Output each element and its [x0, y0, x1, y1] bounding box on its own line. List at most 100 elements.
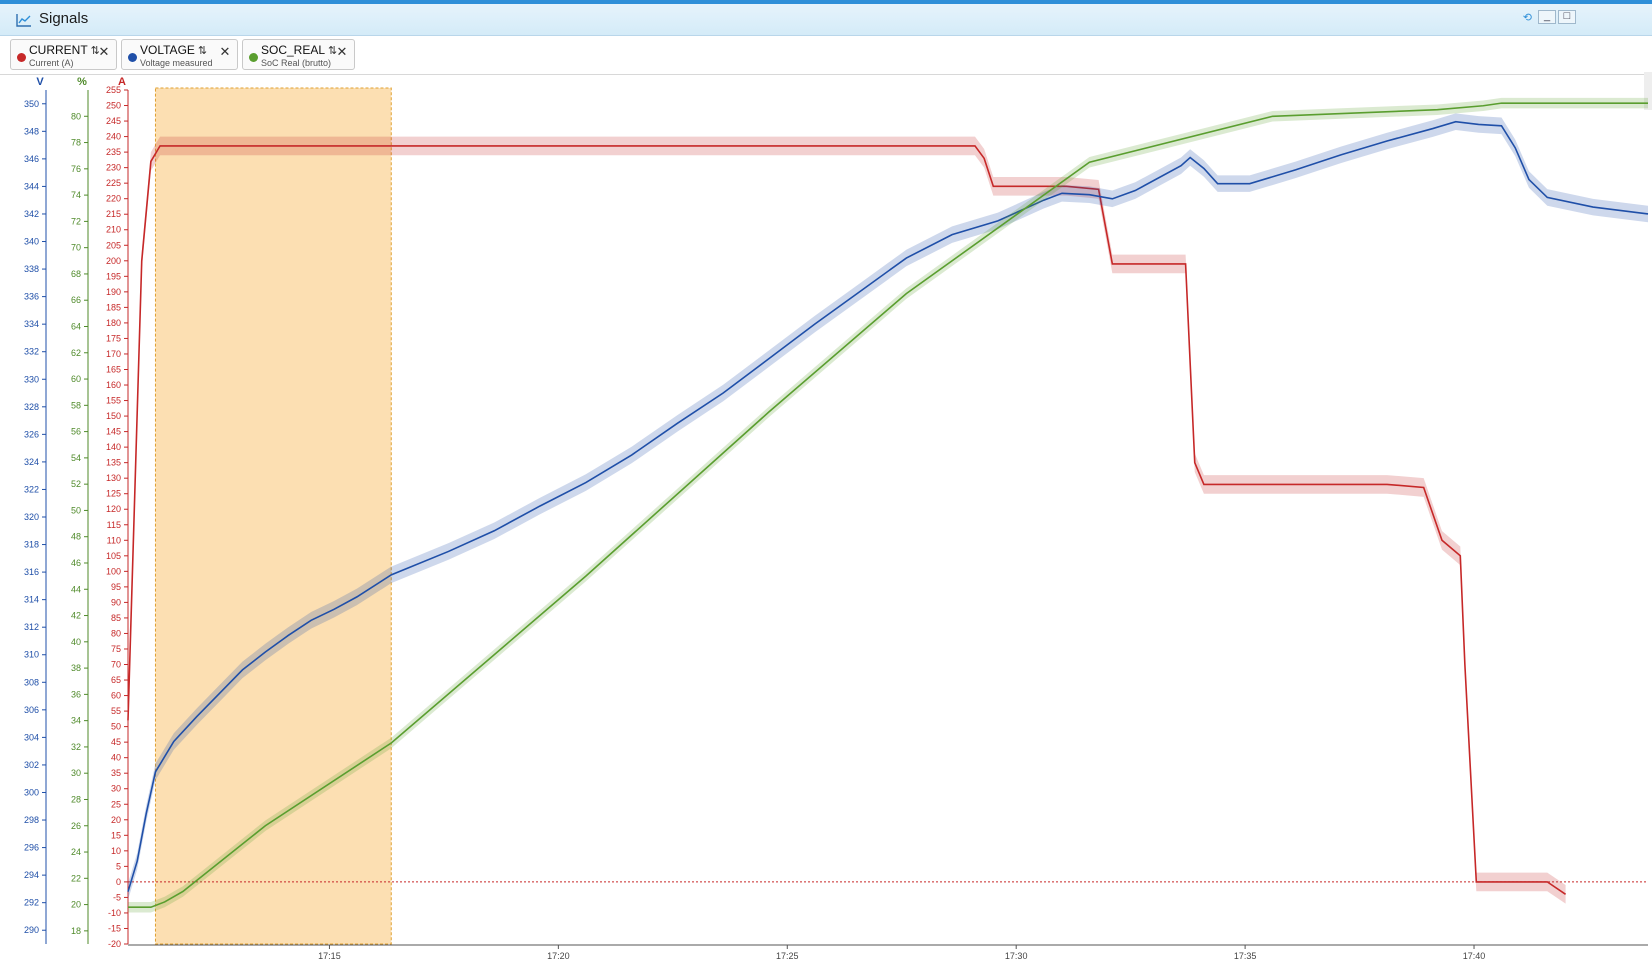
- axis-tick-label: 230: [106, 163, 121, 173]
- axis-tick-label: 50: [111, 722, 121, 732]
- axis-tick-label: 105: [106, 551, 121, 561]
- axis-tick-label: 60: [111, 691, 121, 701]
- refresh-icon[interactable]: ⟲: [1523, 11, 1532, 24]
- axis-tick-label: 155: [106, 396, 121, 406]
- current-color-dot: [17, 53, 26, 62]
- axis-tick-label: 175: [106, 333, 121, 343]
- axis-tick-label: 302: [24, 760, 39, 770]
- axis-tick-label: 90: [111, 597, 121, 607]
- axis-tick-label: 320: [24, 512, 39, 522]
- axis-tick-label: 340: [24, 237, 39, 247]
- signal-name-soc-real: SOC_REAL: [261, 43, 326, 57]
- signal-chip-soc-real[interactable]: SOC_REAL ⇅ SoC Real (brutto) ✕: [242, 39, 355, 70]
- axis-tick-label: 185: [106, 302, 121, 312]
- axis-tick-label: 70: [71, 243, 81, 253]
- axis-tick-label: 66: [71, 295, 81, 305]
- axis-tick-label: 20: [111, 815, 121, 825]
- axis-unit-label: V: [36, 76, 44, 88]
- x-axis-tick-label: 17:30: [1005, 951, 1028, 961]
- axis-tick-label: 255: [106, 85, 121, 95]
- axis-tick-label: 10: [111, 846, 121, 856]
- axis-tick-label: 80: [71, 111, 81, 121]
- axis-tick-label: 344: [24, 181, 39, 191]
- axis-tick-label: 308: [24, 677, 39, 687]
- axis-tick-label: 150: [106, 411, 121, 421]
- axis-tick-label: -10: [108, 908, 121, 918]
- x-axis-tick-label: 17:40: [1463, 951, 1486, 961]
- axis-tick-label: 324: [24, 457, 39, 467]
- soc-color-dot: [249, 53, 258, 62]
- axis-tick-label: 76: [71, 164, 81, 174]
- maximize-icon[interactable]: □: [1558, 10, 1576, 24]
- axis-tick-label: 240: [106, 132, 121, 142]
- axis-tick-label: 215: [106, 209, 121, 219]
- x-axis-tick-label: 17:15: [318, 951, 341, 961]
- axis-tick-label: 334: [24, 319, 39, 329]
- axis-tick-label: 74: [71, 190, 81, 200]
- axis-tick-label: 195: [106, 271, 121, 281]
- axis-tick-label: 336: [24, 292, 39, 302]
- axis-tick-label: 75: [111, 644, 121, 654]
- signal-chip-voltage[interactable]: VOLTAGE ⇅ Voltage measured ✕: [121, 39, 238, 70]
- axis-tick-label: 328: [24, 402, 39, 412]
- axis-tick-label: 235: [106, 147, 121, 157]
- axis-tick-label: 326: [24, 429, 39, 439]
- axis-tick-label: 85: [111, 613, 121, 623]
- signal-chip-current[interactable]: CURRENT ⇅ Current (A) ✕: [10, 39, 117, 70]
- axis-tick-label: 46: [71, 558, 81, 568]
- axis-tick-label: 348: [24, 126, 39, 136]
- x-axis-tick-label: 17:35: [1234, 951, 1257, 961]
- axis-tick-label: 25: [111, 799, 121, 809]
- axis-tick-label: 42: [71, 611, 81, 621]
- axis-tick-label: 160: [106, 380, 121, 390]
- signals-window: Signals ⟲ _ □ CURRENT ⇅ Current (A) ✕ VOL…: [0, 0, 1652, 967]
- axis-tick-label: 55: [111, 706, 121, 716]
- window-title: Signals: [39, 10, 89, 27]
- axis-tick-label: 125: [106, 489, 121, 499]
- axis-tick-label: 220: [106, 194, 121, 204]
- x-axis-tick-label: 17:20: [547, 951, 570, 961]
- sort-icon[interactable]: ⇅: [198, 45, 207, 57]
- axis-tick-label: 318: [24, 540, 39, 550]
- axis-tick-label: 180: [106, 318, 121, 328]
- x-axis-tick-label: 17:25: [776, 951, 799, 961]
- axis-tick-label: -5: [113, 892, 121, 902]
- signals-chart[interactable]: V290292294296298300302304306308310312314…: [0, 76, 1652, 967]
- axis-tick-label: 72: [71, 216, 81, 226]
- title-bar: Signals ⟲ _ □: [0, 4, 1652, 36]
- axis-tick-label: 56: [71, 427, 81, 437]
- axis-tick-label: 338: [24, 264, 39, 274]
- axis-tick-label: 205: [106, 240, 121, 250]
- axis-tick-label: 170: [106, 349, 121, 359]
- axis-tick-label: 54: [71, 453, 81, 463]
- axis-tick-label: 48: [71, 532, 81, 542]
- axis-tick-label: 298: [24, 815, 39, 825]
- close-icon[interactable]: ✕: [219, 45, 231, 58]
- axis-tick-label: 22: [71, 873, 81, 883]
- axis-tick-label: 250: [106, 101, 121, 111]
- axis-tick-label: 60: [71, 374, 81, 384]
- axis-tick-label: 332: [24, 347, 39, 357]
- axis-tick-label: 190: [106, 287, 121, 297]
- axis-tick-label: 210: [106, 225, 121, 235]
- minimize-icon[interactable]: _: [1538, 10, 1556, 24]
- voltage-color-dot: [128, 53, 137, 62]
- axis-tick-label: 350: [24, 99, 39, 109]
- axis-tick-label: 95: [111, 582, 121, 592]
- signal-name-current: CURRENT: [29, 43, 88, 57]
- axis-tick-label: 58: [71, 400, 81, 410]
- axis-tick-label: 26: [71, 821, 81, 831]
- close-icon[interactable]: ✕: [336, 45, 348, 58]
- axis-tick-label: 50: [71, 505, 81, 515]
- axis-tick-label: 34: [71, 716, 81, 726]
- axis-tick-label: 62: [71, 348, 81, 358]
- axis-tick-label: 0: [116, 877, 121, 887]
- axis-tick-label: 140: [106, 442, 121, 452]
- axis-tick-label: 28: [71, 794, 81, 804]
- axis-tick-label: 80: [111, 628, 121, 638]
- axis-tick-label: -15: [108, 923, 121, 933]
- axis-tick-label: 145: [106, 427, 121, 437]
- close-icon[interactable]: ✕: [98, 45, 110, 58]
- axis-tick-label: 45: [111, 737, 121, 747]
- axis-tick-label: 115: [107, 520, 121, 530]
